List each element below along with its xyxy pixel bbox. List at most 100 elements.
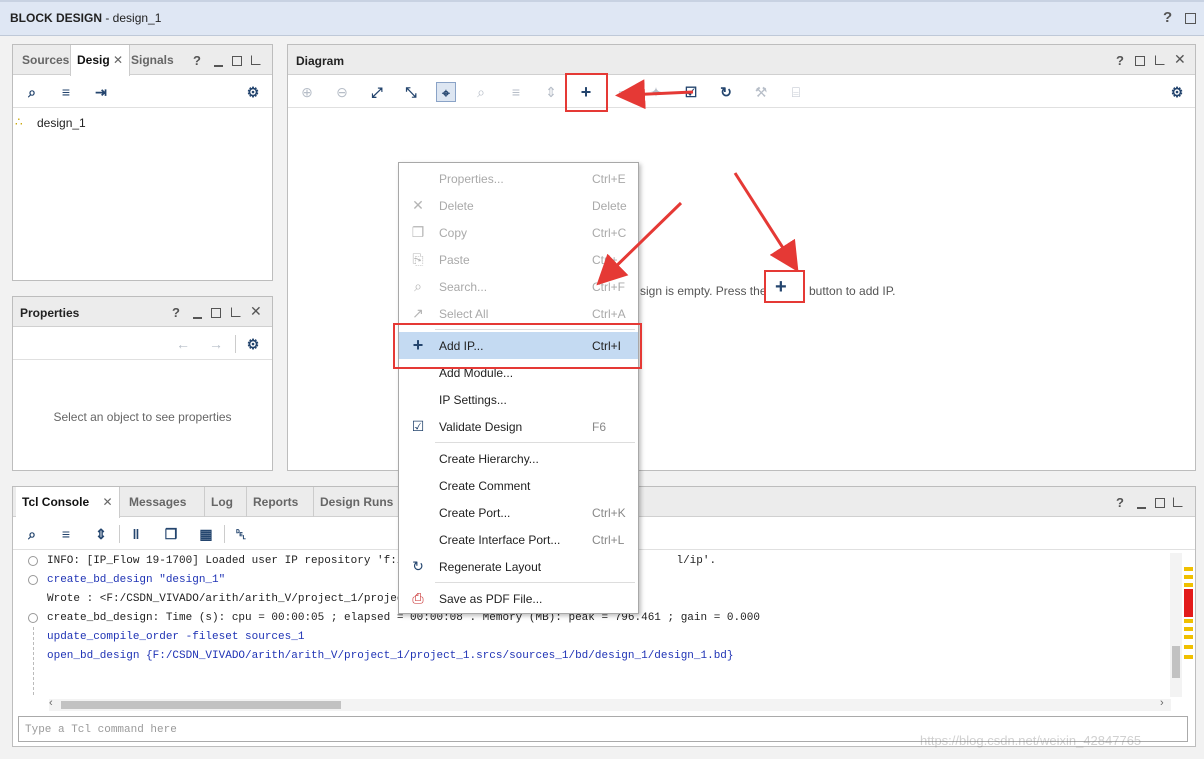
help-icon[interactable]: ? xyxy=(193,53,201,68)
help-icon[interactable]: ? xyxy=(1116,495,1124,510)
panel-title: Diagram xyxy=(296,54,345,68)
optimize-routing-icon[interactable]: ⚒ xyxy=(751,82,771,102)
scroll-left-icon[interactable]: ‹ xyxy=(49,697,53,709)
tab-reports[interactable]: Reports xyxy=(246,487,304,517)
maximize-icon[interactable] xyxy=(1155,498,1165,508)
close-tab-icon[interactable]: ✕ xyxy=(102,495,112,509)
menu-item-copy[interactable]: ❐ Copy Ctrl+C xyxy=(399,219,638,246)
maximize-icon[interactable] xyxy=(232,56,242,66)
search-icon[interactable]: ⌕ xyxy=(471,82,491,102)
expand-icon[interactable]: ⇕ xyxy=(541,82,561,102)
gear-icon[interactable]: ⚙ xyxy=(243,82,263,102)
gear-icon[interactable]: ⚙ xyxy=(243,334,263,354)
panel-header: Properties ? ✕ xyxy=(13,297,272,327)
vertical-scrollbar[interactable] xyxy=(1170,553,1182,697)
regenerate-layout-icon[interactable]: ↻ xyxy=(716,82,736,102)
minimize-icon[interactable] xyxy=(214,65,223,67)
ports-icon[interactable]: ⌸ xyxy=(786,82,806,102)
minimize-icon[interactable] xyxy=(1137,507,1146,509)
zoom-in-icon[interactable]: ⊕ xyxy=(297,82,317,102)
tab-tcl-console[interactable]: Tcl Console ✕ xyxy=(16,487,120,518)
menu-item-create-hierarchy[interactable]: Create Hierarchy... xyxy=(399,445,638,472)
menu-item-regenerate-layout[interactable]: ↻ Regenerate Layout xyxy=(399,553,638,580)
tab-sources[interactable]: Sources xyxy=(16,45,75,75)
maximize-icon[interactable] xyxy=(211,308,221,318)
float-icon[interactable] xyxy=(1173,497,1183,507)
expand-all-icon[interactable]: ⇕ xyxy=(91,524,111,544)
watermark: https://blog.csdn.net/weixin_42847765 xyxy=(920,733,1142,748)
expand-icon[interactable]: ⇥ xyxy=(91,82,111,102)
overview-ruler xyxy=(1184,567,1193,667)
window-title: BLOCK DESIGN - design_1 xyxy=(10,11,162,25)
back-arrow-icon[interactable]: ← xyxy=(173,334,193,354)
maximize-icon[interactable] xyxy=(1185,13,1196,24)
console-line: update_compile_order -fileset sources_1 xyxy=(47,631,305,643)
search-icon[interactable]: ⌕ xyxy=(22,524,42,544)
connect-icon[interactable]: ✦ xyxy=(646,82,666,102)
help-icon[interactable]: ? xyxy=(1163,9,1172,26)
menu-item-delete[interactable]: ✕ Delete Delete xyxy=(399,192,638,219)
search-icon: ⌕ xyxy=(414,278,422,294)
table-icon[interactable]: ▦ xyxy=(196,524,216,544)
trash-icon[interactable]: ␡ xyxy=(231,524,251,544)
zoom-out-icon[interactable]: ⊖ xyxy=(332,82,352,102)
horizontal-scrollbar[interactable]: ‹ › xyxy=(49,697,1171,711)
annotation-box-menu-add-ip xyxy=(393,323,642,369)
scroll-thumb[interactable] xyxy=(61,701,341,709)
zoom-area-icon[interactable]: ⤡ xyxy=(401,82,421,102)
fold-icon[interactable] xyxy=(28,613,38,623)
tab-design[interactable]: Desig ✕ xyxy=(70,45,131,76)
menu-item-create-port[interactable]: Create Port... Ctrl+K xyxy=(399,499,638,526)
menu-item-ip-settings[interactable]: IP Settings... xyxy=(399,386,638,413)
fold-icon[interactable] xyxy=(28,575,38,585)
close-icon[interactable]: ✕ xyxy=(1174,51,1186,68)
pdf-icon: ⎙ xyxy=(412,590,424,606)
menu-item-validate-design[interactable]: ☑ Validate Design F6 xyxy=(399,413,638,440)
tcl-input-placeholder: Type a Tcl command here xyxy=(25,724,177,736)
search-icon[interactable]: ⌕ xyxy=(22,82,42,102)
float-icon[interactable] xyxy=(251,55,261,65)
scroll-right-icon[interactable]: › xyxy=(1160,697,1164,709)
refresh-icon: ↻ xyxy=(412,558,424,574)
forward-arrow-icon[interactable]: → xyxy=(206,334,226,354)
minimize-icon[interactable] xyxy=(193,317,202,319)
maximize-icon[interactable] xyxy=(1135,56,1145,66)
select-all-icon: ↗ xyxy=(412,305,424,321)
design-sources-panel: Sources Desig ✕ Signals ? ⌕ ≡ ⇥ ⚙ ∴ desi… xyxy=(12,44,273,281)
scroll-thumb[interactable] xyxy=(1172,646,1180,678)
menu-item-paste[interactable]: ⎘ Paste Ctrl+ xyxy=(399,246,638,273)
collapse-all-icon[interactable]: ≡ xyxy=(56,524,76,544)
help-icon[interactable]: ? xyxy=(172,305,180,320)
menu-item-properties[interactable]: Properties... Ctrl+E xyxy=(399,165,638,192)
close-icon[interactable]: ✕ xyxy=(250,303,262,320)
collapse-icon[interactable]: ≡ xyxy=(506,82,526,102)
tab-signals[interactable]: Signals xyxy=(125,45,180,75)
tab-log[interactable]: Log xyxy=(204,487,239,517)
menu-item-search[interactable]: ⌕ Search... Ctrl+F xyxy=(399,273,638,300)
diagram-toolbar: ⊕ ⊖ ⤢ ⤡ ⌖ ⌕ ≡ ⇕ + ▫ ✦ ☑ ↻ ⚒ ⌸ ⚙ xyxy=(288,76,1195,108)
menu-item-create-interface-port[interactable]: Create Interface Port... Ctrl+L xyxy=(399,526,638,553)
tab-messages[interactable]: Messages xyxy=(123,487,192,517)
float-icon[interactable] xyxy=(1155,55,1165,65)
menu-item-save-pdf[interactable]: ⎙ Save as PDF File... xyxy=(399,585,638,612)
help-icon[interactable]: ? xyxy=(1116,53,1124,68)
zoom-fit-icon[interactable]: ⤢ xyxy=(367,82,387,102)
pause-icon[interactable]: ‖ xyxy=(126,524,146,544)
float-icon[interactable] xyxy=(231,307,241,317)
copy-icon[interactable]: ❐ xyxy=(161,524,181,544)
tab-design-runs[interactable]: Design Runs xyxy=(313,487,399,517)
block-design-icon: ∴ xyxy=(15,115,23,129)
diagram-empty-message: sign is empty. Press the xyxy=(640,284,767,298)
window-titlebar: BLOCK DESIGN - design_1 ? xyxy=(0,0,1204,36)
collapse-all-icon[interactable]: ≡ xyxy=(56,82,76,102)
add-module-icon[interactable]: ▫ xyxy=(611,82,631,102)
gear-icon[interactable]: ⚙ xyxy=(1167,82,1187,102)
auto-fit-icon[interactable]: ⌖ xyxy=(436,82,456,102)
close-tab-icon[interactable]: ✕ xyxy=(113,53,123,67)
panel-title: Properties xyxy=(20,306,80,320)
menu-item-create-comment[interactable]: Create Comment xyxy=(399,472,638,499)
validate-design-icon[interactable]: ☑ xyxy=(681,82,701,102)
properties-empty-text: Select an object to see properties xyxy=(53,410,232,424)
properties-toolbar: ← → ⚙ xyxy=(13,328,272,360)
fold-icon[interactable] xyxy=(28,556,38,566)
